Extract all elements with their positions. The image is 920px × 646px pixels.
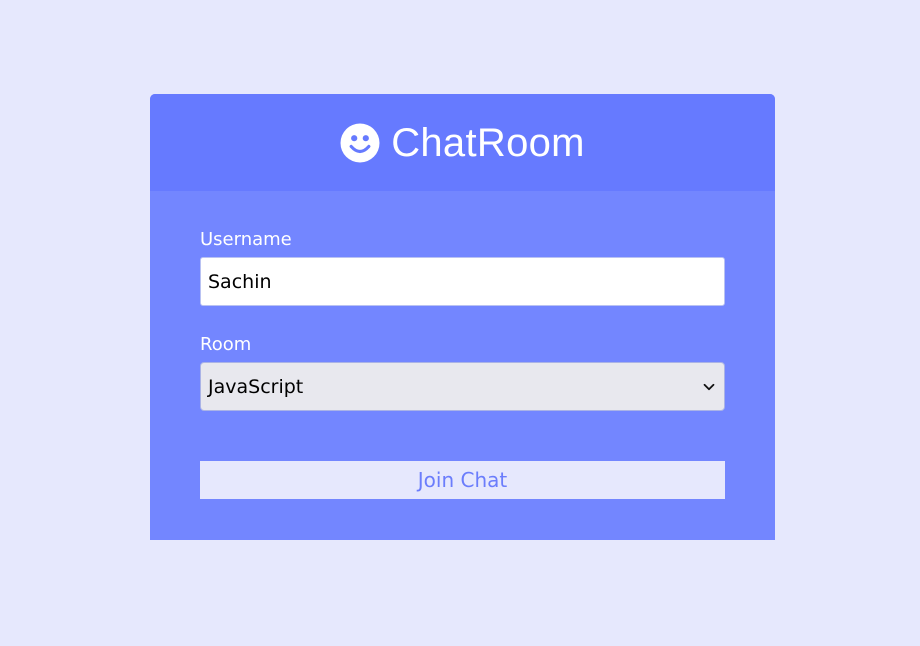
join-chat-card: ChatRoom Username Sachin Room JavaScript… (150, 94, 775, 540)
smiley-face-icon (340, 123, 380, 163)
join-chat-button[interactable]: Join Chat (200, 461, 725, 499)
chevron-down-icon[interactable] (702, 380, 716, 394)
join-form: Username Sachin Room JavaScript Join Cha… (150, 191, 775, 499)
room-select[interactable]: JavaScript (200, 362, 725, 411)
app-title: ChatRoom (391, 121, 585, 165)
room-label: Room (200, 334, 252, 355)
username-value: Sachin (208, 270, 272, 293)
username-label: Username (200, 229, 292, 250)
username-input[interactable]: Sachin (200, 257, 725, 306)
card-header: ChatRoom (150, 94, 775, 191)
room-selected-value: JavaScript (208, 375, 304, 398)
